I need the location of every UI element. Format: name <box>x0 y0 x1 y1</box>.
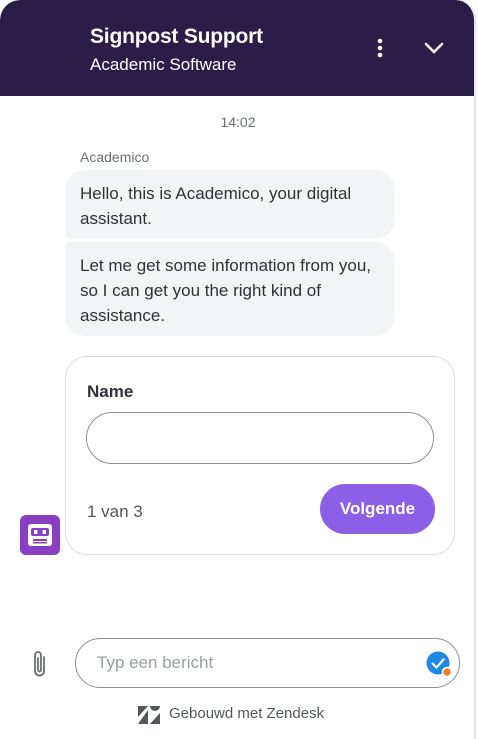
vertical-dots-icon <box>377 38 383 58</box>
message-input-placeholder: Typ een bericht <box>97 653 214 672</box>
name-field-label: Name <box>87 382 134 401</box>
checkmark-badge-icon[interactable] <box>425 650 453 678</box>
message-bubble: Hello, this is Academico, your digital a… <box>65 170 395 239</box>
message-timestamp: 14:02 <box>220 114 256 130</box>
branding-text: Gebouwd met Zendesk <box>169 705 325 722</box>
form-card: Name 1 van 3 Volgende <box>65 356 455 555</box>
name-input[interactable] <box>86 412 434 464</box>
collapse-button[interactable] <box>420 34 448 62</box>
widget-header: Signpost Support Academic Software <box>0 0 474 96</box>
messaging-widget: Signpost Support Academic Software 14:02… <box>0 0 476 739</box>
paperclip-icon <box>34 651 45 677</box>
form-step-indicator: 1 van 3 <box>87 502 143 521</box>
attach-button[interactable] <box>27 648 53 680</box>
sender-name: Academico <box>80 149 150 165</box>
header-subtitle: Academic Software <box>90 55 237 74</box>
robot-icon <box>28 524 52 546</box>
message-bubble: Let me get some information from you, so… <box>65 242 395 336</box>
chevron-down-icon <box>424 42 444 54</box>
bot-avatar <box>20 515 60 555</box>
header-title: Signpost Support <box>90 25 263 48</box>
next-button[interactable]: Volgende <box>320 484 435 534</box>
more-options-button[interactable] <box>368 34 392 62</box>
zendesk-logo-icon <box>138 706 160 724</box>
message-input[interactable]: Typ een bericht <box>75 638 460 688</box>
